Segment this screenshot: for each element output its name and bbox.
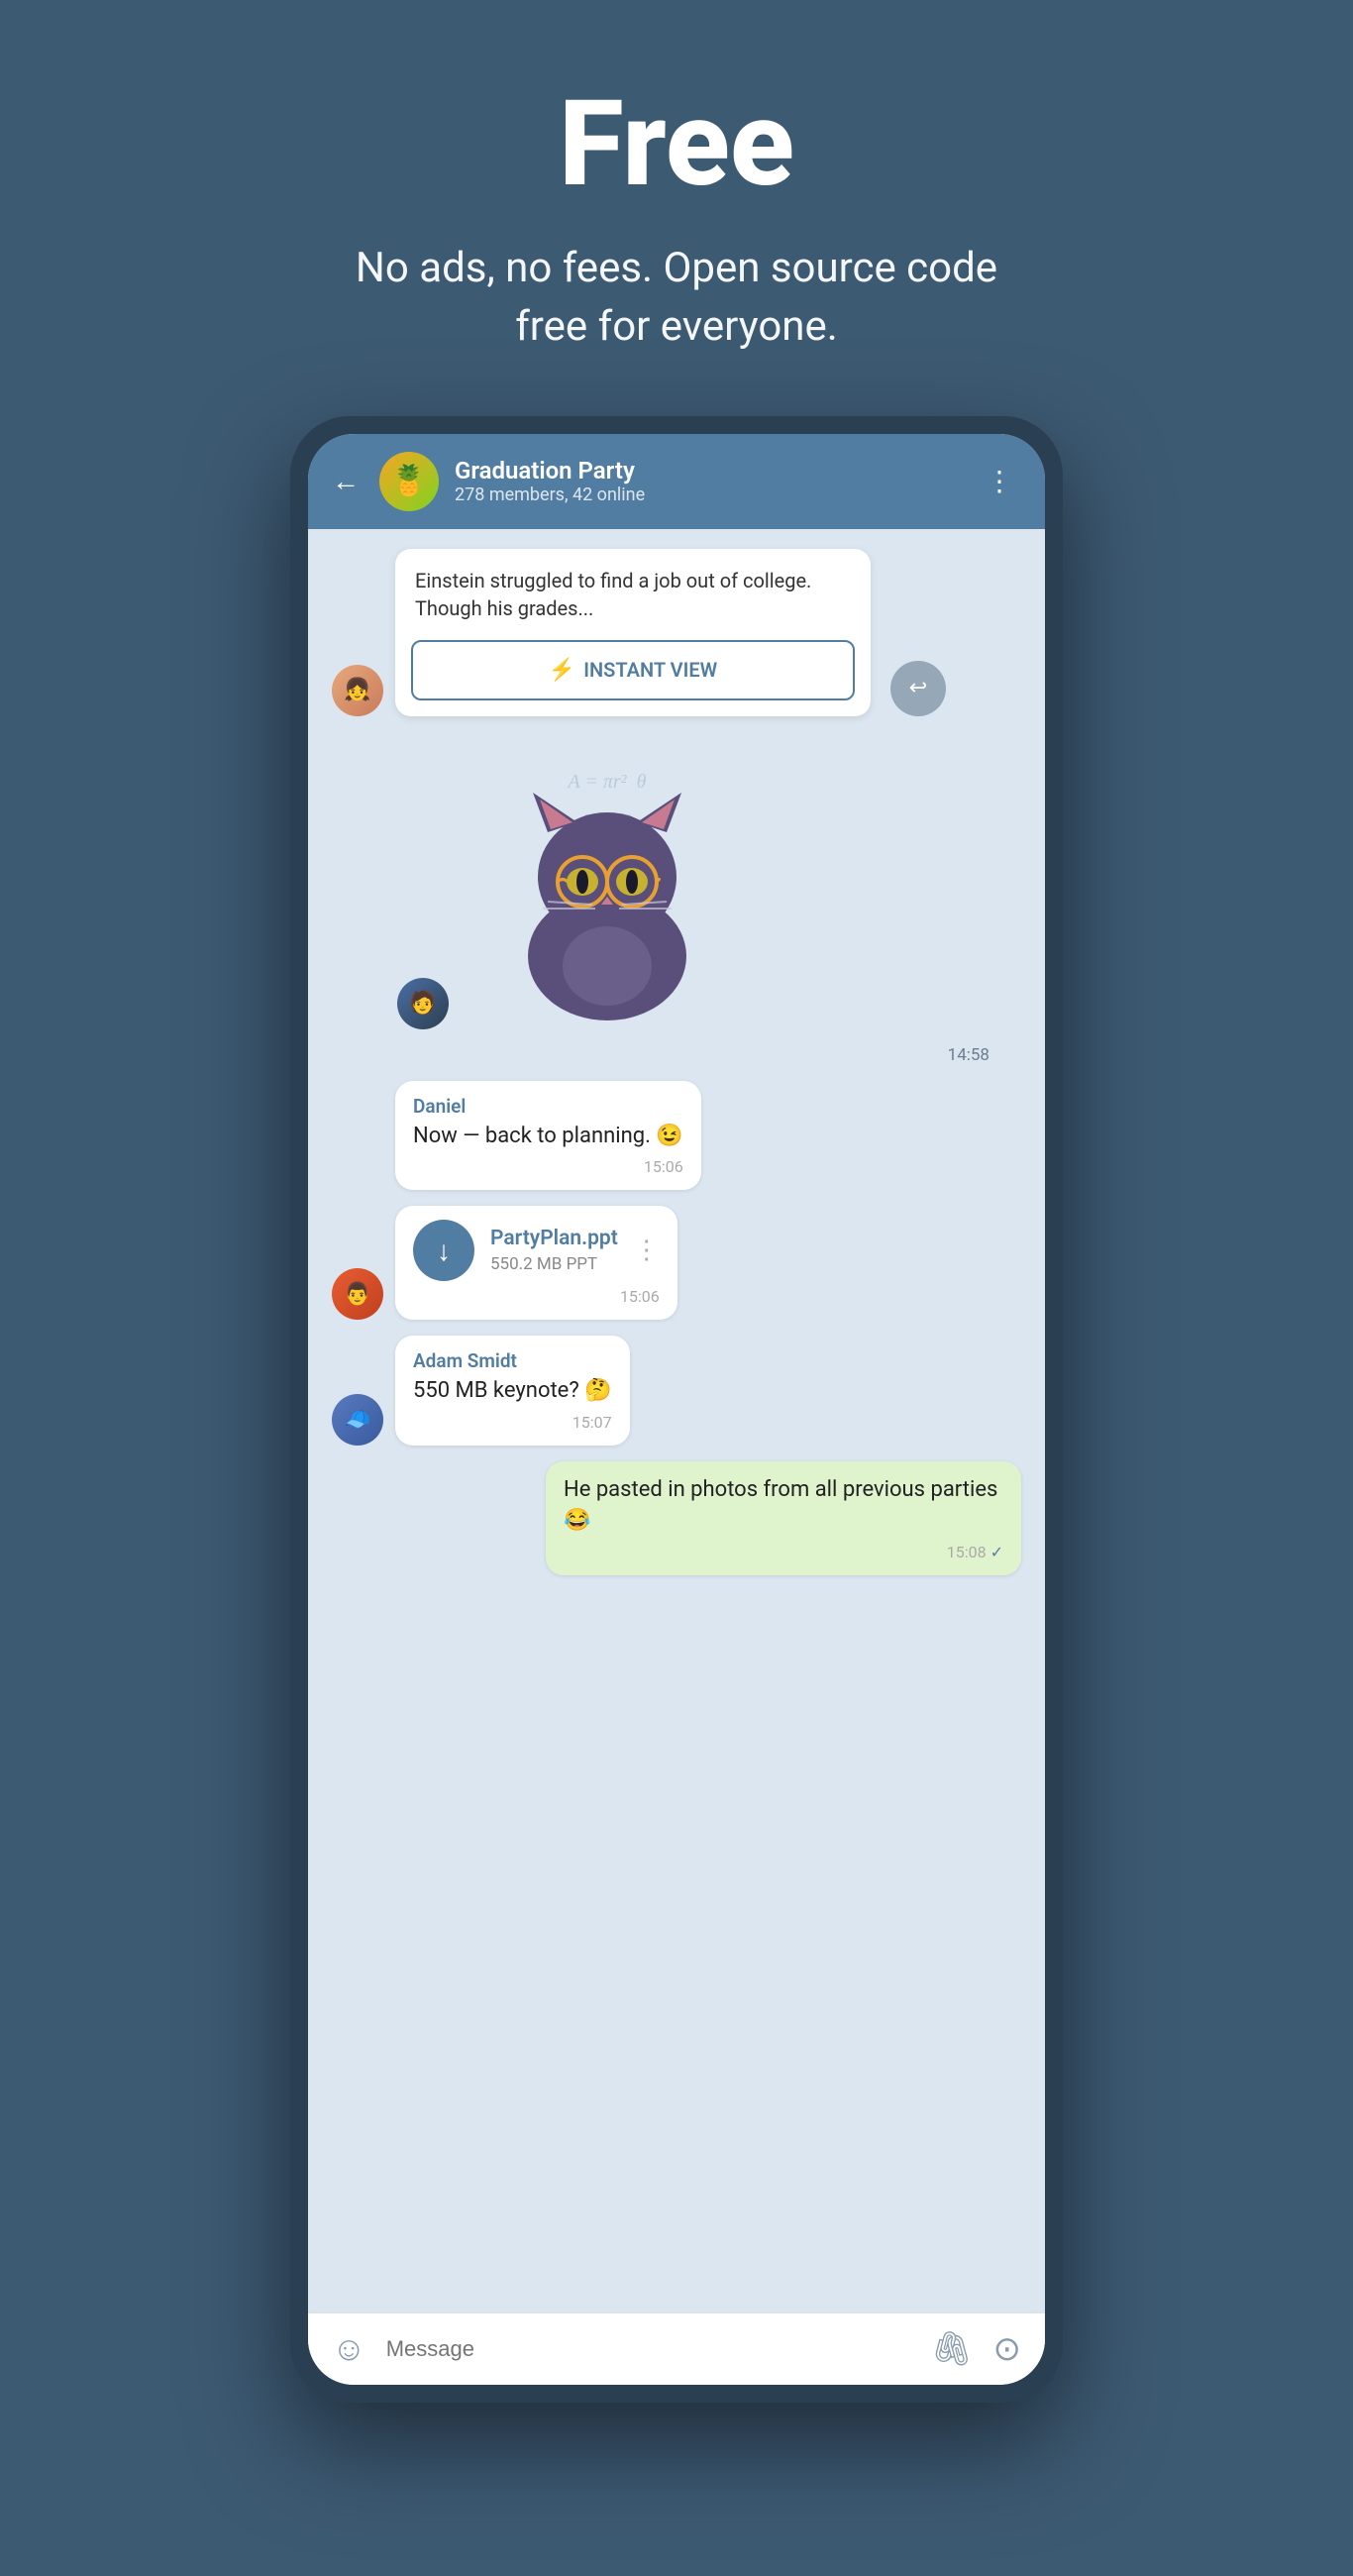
- avatar: 🧑: [397, 978, 449, 1029]
- more-button[interactable]: ⋮: [978, 457, 1021, 505]
- file-name: PartyPlan.ppt: [490, 1227, 618, 1250]
- bubble-time: 15:07: [413, 1413, 612, 1432]
- bubble-sender: Adam Smidt: [413, 1349, 612, 1372]
- check-icon: ✓: [990, 1543, 1003, 1561]
- message-row: 🧢 Adam Smidt 550 MB keynote? 🤔 15:07: [332, 1336, 1021, 1446]
- cat-sticker: [488, 768, 726, 1029]
- avatar-emoji: 👧: [344, 678, 370, 702]
- group-avatar: 🍍: [379, 452, 439, 511]
- share-button[interactable]: ↩: [890, 661, 946, 716]
- attach-icon[interactable]: 🖇: [930, 2329, 973, 2369]
- chat-header: ← 🍍 Graduation Party 278 members, 42 onl…: [308, 434, 1045, 529]
- avatar: 👨: [332, 1268, 383, 1320]
- file-size: 550.2 MB PPT: [490, 1254, 618, 1274]
- camera-icon[interactable]: ⊙: [993, 2329, 1022, 2369]
- hero-section: Free No ads, no fees. Open source code f…: [290, 0, 1063, 416]
- download-button[interactable]: ↓: [413, 1220, 474, 1281]
- file-more-button[interactable]: ⋮: [634, 1235, 660, 1265]
- message-bubble: Daniel Now — back to planning. 😉 15:06: [395, 1081, 701, 1191]
- avatar-emoji: 👨: [344, 1282, 370, 1307]
- bubble-text: He pasted in photos from all previous pa…: [564, 1475, 1003, 1537]
- message-bubble: Adam Smidt 550 MB keynote? 🤔 15:07: [395, 1336, 630, 1446]
- message-row: 👨 ↓ PartyPlan.ppt 550.2 MB PPT ⋮: [332, 1206, 1021, 1320]
- instant-view-button[interactable]: ⚡ INSTANT VIEW: [411, 640, 855, 700]
- article-text: Einstein struggled to find a job out of …: [395, 549, 871, 640]
- article-card: Einstein struggled to find a job out of …: [395, 549, 871, 716]
- group-members: 278 members, 42 online: [455, 484, 962, 505]
- avatar-emoji: 🧑: [409, 991, 436, 1016]
- bubble-sender: Daniel: [413, 1095, 683, 1118]
- own-message-row: He pasted in photos from all previous pa…: [332, 1461, 1021, 1575]
- phone-frame: ← 🍍 Graduation Party 278 members, 42 onl…: [290, 416, 1063, 2403]
- hero-title: Free: [330, 79, 1023, 210]
- chat-body: 👧 Einstein struggled to find a job out o…: [308, 529, 1045, 2312]
- avatar: 👧: [332, 665, 383, 716]
- avatar: 🧢: [332, 1394, 383, 1446]
- bubble-text: 550 MB keynote? 🤔: [413, 1376, 612, 1407]
- avatar-placeholder: [332, 1138, 383, 1190]
- own-message-bubble: He pasted in photos from all previous pa…: [546, 1461, 1021, 1575]
- avatar-emoji: 🧢: [344, 1408, 370, 1433]
- bubble-time: 15:06: [413, 1287, 660, 1306]
- download-icon: ↓: [437, 1234, 451, 1267]
- message-row: Daniel Now — back to planning. 😉 15:06: [332, 1081, 1021, 1191]
- bubble-time: 15:06: [413, 1157, 683, 1176]
- group-name: Graduation Party: [455, 457, 962, 484]
- message-row: 👧 Einstein struggled to find a job out o…: [332, 549, 1021, 716]
- sticker-row: 🧑 A = πr² θ V = l² P = 2πr A = πr² s = √…: [332, 732, 1021, 1029]
- phone-screen: ← 🍍 Graduation Party 278 members, 42 onl…: [308, 434, 1045, 2385]
- bubble-time: 15:08 ✓: [564, 1543, 1003, 1561]
- share-icon: ↩: [909, 676, 927, 700]
- hero-subtitle: No ads, no fees. Open source code free f…: [330, 240, 1023, 357]
- group-info: Graduation Party 278 members, 42 online: [455, 457, 962, 505]
- file-row: ↓ PartyPlan.ppt 550.2 MB PPT ⋮: [413, 1220, 660, 1281]
- flash-icon: ⚡: [549, 658, 575, 683]
- sticker-time: 14:58: [948, 1045, 989, 1065]
- back-button[interactable]: ←: [332, 465, 360, 497]
- file-bubble: ↓ PartyPlan.ppt 550.2 MB PPT ⋮ 15:06: [395, 1206, 677, 1320]
- sticker-time-row: 14:58: [332, 1041, 1021, 1065]
- instant-view-label: INSTANT VIEW: [583, 658, 717, 682]
- sticker-container: A = πr² θ V = l² P = 2πr A = πr² s = √r²…: [449, 732, 766, 1029]
- group-avatar-emoji: 🍍: [390, 464, 427, 498]
- input-bar: ☺ 🖇 ⊙: [308, 2312, 1045, 2385]
- message-input[interactable]: [386, 2336, 911, 2362]
- emoji-icon[interactable]: ☺: [332, 2329, 366, 2369]
- bubble-text: Now — back to planning. 😉: [413, 1122, 683, 1152]
- file-info: PartyPlan.ppt 550.2 MB PPT: [490, 1227, 618, 1274]
